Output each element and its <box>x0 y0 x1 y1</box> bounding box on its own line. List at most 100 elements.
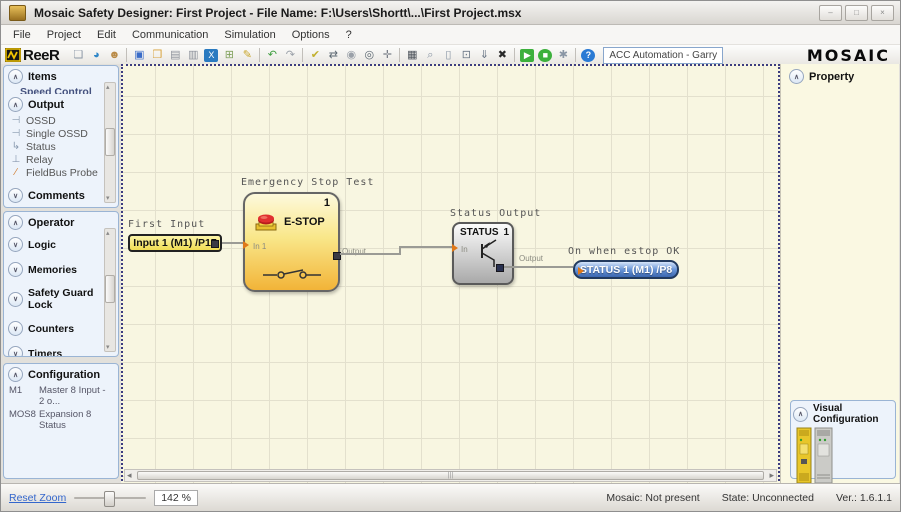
zoom-slider[interactable] <box>74 490 147 507</box>
download-icon[interactable]: ⇓ <box>475 47 493 63</box>
input-block[interactable]: Input 1 (M1) /P17 <box>128 234 222 252</box>
output-items-list: ⊣ OSSD ⊣ Single OSSD ↳ Status ⊥ Relay ∕ … <box>4 114 118 179</box>
sidebar-group-timers[interactable]: Timers <box>4 341 118 356</box>
sidebar-group-counters[interactable]: Counters <box>4 316 118 341</box>
chevron-down-icon[interactable] <box>8 188 23 203</box>
comments-section-header[interactable]: Comments <box>4 185 118 205</box>
scrollbar-thumb[interactable] <box>105 128 115 157</box>
operator-panel-scrollbar[interactable] <box>104 228 116 352</box>
chevron-up-icon[interactable] <box>789 69 804 84</box>
menu-edit[interactable]: Edit <box>89 29 124 41</box>
menu-file[interactable]: File <box>5 29 39 41</box>
minimize-button[interactable]: – <box>819 4 842 21</box>
chevron-up-icon[interactable] <box>793 406 808 422</box>
chevron-down-icon[interactable] <box>8 346 23 356</box>
sidebar-group-safety-guard-lock[interactable]: Safety Guard Lock <box>4 282 118 316</box>
output-section-header[interactable]: Output <box>4 94 118 114</box>
print-report-icon[interactable]: ▥ <box>184 47 202 63</box>
items-panel: Items Speed Control Output ⊣ OSSD ⊣ Sing… <box>3 65 119 208</box>
clipboard-icon[interactable]: ▯ <box>439 47 457 63</box>
config-row-m1[interactable]: M1 Master 8 Input - 2 o... <box>4 384 118 408</box>
chevron-down-icon[interactable] <box>8 291 23 307</box>
status-output-block[interactable]: STATUS 1 (M1) /P8 <box>573 260 679 279</box>
maximize-button[interactable]: □ <box>845 4 868 21</box>
menu-help[interactable]: ? <box>338 29 360 41</box>
menu-project[interactable]: Project <box>39 29 89 41</box>
user-password-icon[interactable]: ☻ <box>105 47 123 63</box>
design-canvas[interactable]: First Input Input 1 (M1) /P17 Emergency … <box>121 64 780 485</box>
chevron-down-icon[interactable] <box>8 237 23 252</box>
chevron-up-icon[interactable] <box>8 97 23 112</box>
items-panel-header[interactable]: Items <box>4 66 118 86</box>
sidebar-item-speed-control[interactable]: Speed Control <box>4 86 118 94</box>
status-block[interactable]: STATUS 1 In <box>452 222 514 285</box>
status-input-pin[interactable] <box>452 244 458 252</box>
wire-estop-to-status[interactable] <box>399 246 452 248</box>
export-excel-icon[interactable]: X <box>204 48 219 62</box>
menu-simulation[interactable]: Simulation <box>216 29 283 41</box>
new-report-icon[interactable]: ❏ <box>69 47 87 63</box>
wire-input-to-estop[interactable] <box>222 242 243 244</box>
wire-estop-to-status[interactable] <box>340 253 401 255</box>
simulation-tools-icon[interactable]: ✱ <box>554 47 572 63</box>
configuration-panel-header[interactable]: Configuration <box>4 364 118 384</box>
title-bar[interactable]: Mosaic Safety Designer: First Project - … <box>1 1 900 25</box>
menu-communication[interactable]: Communication <box>124 29 216 41</box>
run-icon[interactable]: ▶ <box>520 48 535 62</box>
estop-block[interactable]: 1 E-STOP In 1 <box>243 192 341 292</box>
property-panel-header[interactable]: Property <box>781 64 899 89</box>
stop-icon[interactable]: ■ <box>538 48 553 62</box>
account-field[interactable]: ACC Automation - Garry <box>603 46 724 64</box>
items-panel-scrollbar[interactable] <box>104 82 116 203</box>
config-row-mos8[interactable]: MOS8 Expansion 8 Status <box>4 408 118 432</box>
chevron-down-icon[interactable] <box>8 262 23 277</box>
web-update-icon[interactable]: ◕ <box>87 47 105 63</box>
validate-icon[interactable]: ✔ <box>306 47 324 63</box>
wire-status-to-output[interactable] <box>504 266 573 268</box>
input-output-pin[interactable] <box>211 240 219 248</box>
scrollbar-thumb[interactable] <box>137 471 764 480</box>
sidebar-item-relay[interactable]: ⊥ Relay <box>4 153 118 166</box>
chevron-up-icon[interactable] <box>8 367 23 382</box>
close-button[interactable]: × <box>871 4 894 21</box>
connect-icon[interactable]: ⇄ <box>324 47 342 63</box>
edit-icon[interactable]: ✎ <box>238 47 256 63</box>
status-output-pin[interactable] <box>496 264 504 272</box>
estop-comment-label[interactable]: Emergency Stop Test <box>241 177 374 188</box>
estop-input-pin[interactable] <box>243 241 249 249</box>
sidebar-item-single-ossd[interactable]: ⊣ Single OSSD <box>4 127 118 140</box>
help-icon[interactable]: ? <box>581 48 596 62</box>
zoom-slider-thumb[interactable] <box>104 490 116 507</box>
sidebar-item-status[interactable]: ↳ Status <box>4 140 118 153</box>
chevron-up-icon[interactable] <box>8 215 23 230</box>
input-comment-label[interactable]: First Input <box>128 219 205 230</box>
save-project-icon[interactable]: ▣ <box>130 47 148 63</box>
print-icon[interactable]: ▤ <box>166 47 184 63</box>
chevron-down-icon[interactable] <box>8 321 23 336</box>
zoom-icon[interactable]: ⌕ <box>421 47 439 63</box>
reset-zoom-link[interactable]: Reset Zoom <box>9 492 66 504</box>
wrench-icon[interactable]: ✛ <box>378 47 396 63</box>
monitor-icon[interactable]: ⊡ <box>457 47 475 63</box>
undo-icon[interactable]: ↶ <box>263 47 281 63</box>
menu-options[interactable]: Options <box>284 29 338 41</box>
sidebar-item-fieldbus-probe[interactable]: ∕ FieldBus Probe <box>4 166 118 179</box>
grid-icon[interactable]: ⊞ <box>220 47 238 63</box>
send-icon[interactable]: ◉ <box>342 47 360 63</box>
sidebar-item-ossd[interactable]: ⊣ OSSD <box>4 114 118 127</box>
disconnect-icon[interactable]: ✖ <box>493 47 511 63</box>
chevron-up-icon[interactable] <box>8 69 23 84</box>
operator-panel-header[interactable]: Operator <box>4 212 118 232</box>
output-comment-label[interactable]: On when estop OK <box>568 246 680 257</box>
canvas-horizontal-scrollbar[interactable] <box>124 469 777 482</box>
config-module-desc: Expansion 8 Status <box>39 409 92 431</box>
snapshot-icon[interactable]: ▦ <box>403 47 421 63</box>
visual-configuration-header[interactable]: Visual Configuration <box>791 401 895 427</box>
sidebar-group-logic[interactable]: Logic <box>4 232 118 257</box>
sidebar-group-memories[interactable]: Memories <box>4 257 118 282</box>
open-project-icon[interactable]: ❒ <box>148 47 166 63</box>
target-icon[interactable]: ◎ <box>360 47 378 63</box>
status-comment-label[interactable]: Status Output <box>450 208 541 219</box>
redo-icon[interactable]: ↷ <box>281 47 299 63</box>
scrollbar-thumb[interactable] <box>105 275 115 304</box>
